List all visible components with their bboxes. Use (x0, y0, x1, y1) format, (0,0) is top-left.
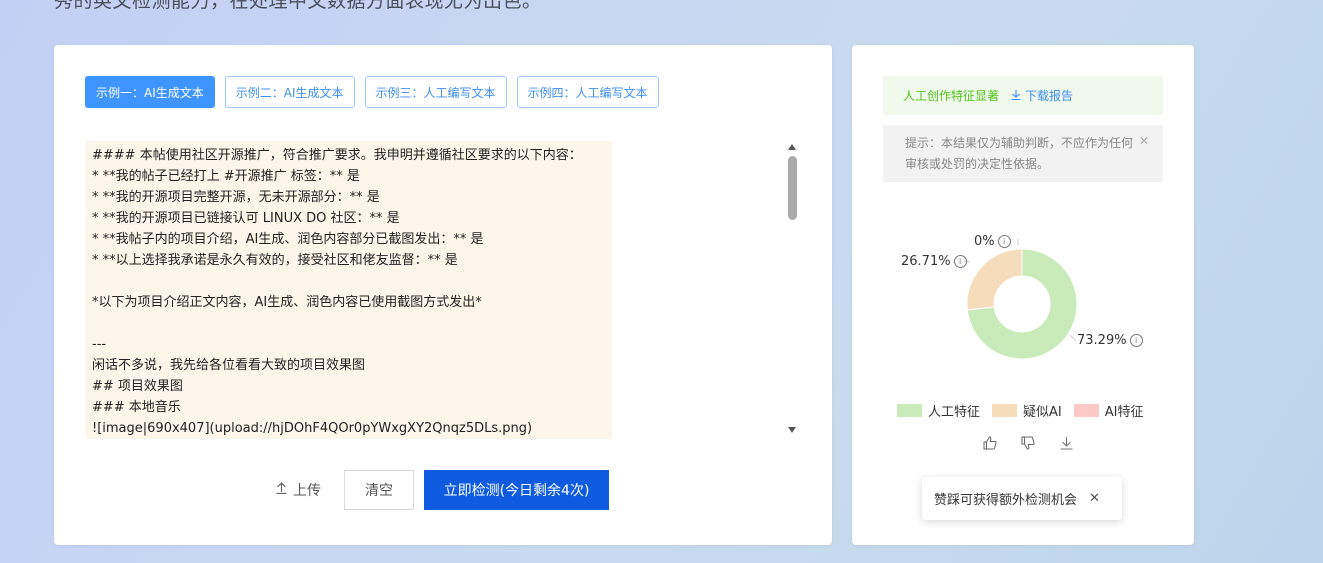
text-line: ## 项目效果图 (92, 379, 183, 394)
info-icon[interactable]: i (953, 255, 967, 268)
example-tabs: 示例一：AI生成文本 示例二：AI生成文本 示例三：人工编写文本 示例四：人工编… (85, 76, 659, 108)
legend-item-suspect-ai[interactable]: 疑似AI (992, 401, 1062, 420)
legend-item-ai[interactable]: AI特征 (1073, 401, 1144, 420)
value-label-text: 73.29% (1077, 333, 1127, 348)
download-report-button[interactable]: 下载报告 (1011, 87, 1073, 104)
text-line: * **我帖子内的项目介绍，AI生成、润色内容部分已截图发出：** 是 (92, 232, 484, 247)
info-icon[interactable]: i (997, 235, 1011, 248)
donut-chart: 73.29% i 26.71% i 0% i (852, 225, 1194, 375)
legend-swatch (897, 404, 922, 417)
legend-label: 人工特征 (928, 405, 981, 420)
scrollbar-thumb[interactable] (788, 156, 797, 220)
donut-slice-1[interactable] (966, 248, 1023, 311)
text-line: * **我的开源项目完整开源，无未开源部分：** 是 (92, 190, 380, 205)
editor-scrollbar[interactable] (785, 141, 801, 435)
legend-swatch (992, 404, 1018, 417)
upload-label: 上传 (293, 483, 321, 499)
text-line: 闲话不多说，我先给各位看看大致的项目效果图 (92, 358, 366, 373)
donut-svg (963, 239, 1078, 360)
input-card: 示例一：AI生成文本 示例二：AI生成文本 示例三：人工编写文本 示例四：人工编… (54, 45, 832, 545)
feedback-bar (982, 435, 1074, 451)
thumbs-up-icon[interactable] (982, 435, 998, 451)
chart-legend: 人工特征 疑似AI AI特征 (897, 401, 1143, 420)
text-line: * **我的帖子已经打上 #开源推广 标签：** 是 (92, 169, 360, 184)
text-line: ![image|690x407](upload://hjDOhF4QOr0pYW… (92, 421, 533, 436)
feedback-toast: 赞踩可获得额外检测机会 ✕ (922, 477, 1122, 520)
legend-item-human[interactable]: 人工特征 (897, 401, 980, 420)
detect-button[interactable]: 立即检测(今日剩余4次) (424, 470, 609, 510)
download-icon (1011, 89, 1021, 103)
text-line: ### 本地音乐 (92, 400, 181, 415)
value-label-suspect-ai: 26.71% i (901, 254, 967, 269)
result-conclusion: 人工创作特征显著 (903, 89, 1000, 103)
text-line: #### 本帖使用社区开源推广，符合推广要求。我申明并遵循社区要求的以下内容： (92, 148, 582, 163)
leader-line-0 (1069, 334, 1077, 342)
upload-icon (276, 482, 287, 498)
text-line: * **以上选择我承诺是永久有效的，接受社区和佬友监督：** 是 (92, 253, 458, 268)
action-bar: 上传 清空 立即检测(今日剩余4次) (54, 470, 832, 510)
value-label-text: 0% (974, 234, 995, 249)
scroll-down-icon[interactable] (788, 427, 796, 433)
text-line (92, 313, 606, 334)
info-icon[interactable]: i (1129, 334, 1143, 347)
text-line: * **我的开源项目已链接认可 LINUX DO 社区：** 是 (92, 211, 400, 226)
intro-text: 秀的英文检测能力，在处理中文数据方面表现尤为出色。 (54, 0, 542, 12)
value-label-ai: 0% i (974, 234, 1011, 249)
result-banner: 人工创作特征显著 下载报告 (883, 76, 1163, 115)
download-label: 下载报告 (1025, 89, 1074, 103)
clear-button[interactable]: 清空 (344, 470, 414, 510)
text-line (92, 271, 606, 292)
text-line: --- (92, 337, 107, 352)
text-input-area[interactable]: #### 本帖使用社区开源推广，符合推广要求。我申明并遵循社区要求的以下内容： … (86, 141, 612, 439)
disclaimer-tip: 提示：本结果仅为辅助判断，不应作为任何审核或处罚的决定性依据。 ✕ (883, 125, 1163, 182)
result-card: 人工创作特征显著 下载报告 提示：本结果仅为辅助判断，不应作为任何审核或处罚的决… (852, 45, 1194, 545)
value-label-human: 73.29% i (1077, 333, 1143, 348)
legend-label: AI特征 (1104, 405, 1144, 420)
download-icon[interactable] (1058, 435, 1074, 451)
example-button-4[interactable]: 示例四：人工编写文本 (516, 76, 659, 108)
scroll-up-icon[interactable] (788, 144, 796, 150)
close-icon[interactable]: ✕ (1139, 134, 1149, 148)
tip-text: 提示：本结果仅为辅助判断，不应作为任何审核或处罚的决定性依据。 (905, 136, 1134, 171)
example-button-1[interactable]: 示例一：AI生成文本 (85, 76, 215, 108)
close-icon[interactable]: ✕ (1089, 491, 1100, 506)
text-line: *以下为项目介绍正文内容，AI生成、润色内容已使用截图方式发出* (92, 295, 482, 310)
upload-button[interactable]: 上传 (276, 480, 321, 500)
legend-label: 疑似AI (1023, 405, 1062, 420)
example-button-2[interactable]: 示例二：AI生成文本 (224, 76, 355, 108)
example-button-3[interactable]: 示例三：人工编写文本 (364, 76, 507, 108)
thumbs-down-icon[interactable] (1020, 435, 1036, 451)
value-label-text: 26.71% (901, 254, 951, 269)
legend-swatch (1073, 404, 1099, 417)
toast-text: 赞踩可获得额外检测机会 (934, 493, 1078, 508)
